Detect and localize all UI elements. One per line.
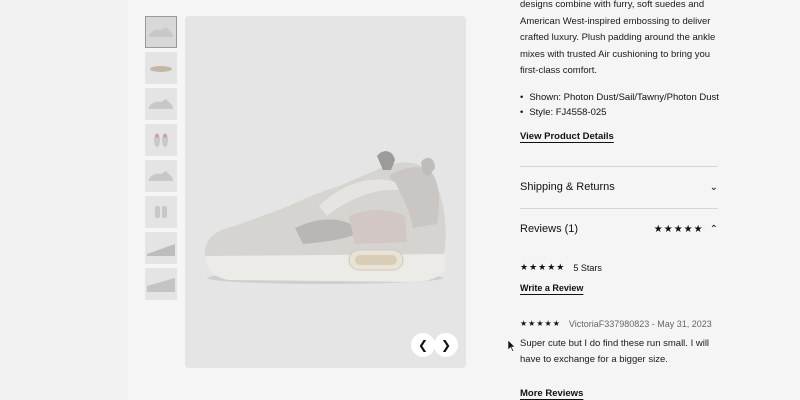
summary-stars: ★★★★★ [520, 263, 566, 273]
reviews-header-stars: ★★★★★ [653, 223, 704, 235]
sneaker-image [204, 151, 446, 284]
chevron-down-icon: ⌄ [709, 181, 718, 193]
detail-shown: Shown: Photon Dust/Sail/Tawny/Photon Dus… [520, 90, 719, 105]
shoe-detail-icon [147, 244, 175, 256]
product-image [185, 16, 466, 368]
review-meta: ★★★★★ VictoriaF337980823 - May 31, 2023 [520, 319, 712, 329]
shoe-back-icon [155, 206, 167, 218]
shoe-sole-icon [150, 66, 172, 72]
thumbnail-front[interactable] [145, 124, 177, 156]
view-product-details-link[interactable]: View Product Details [520, 131, 614, 142]
divider [520, 166, 718, 167]
thumbnail-side-2[interactable] [145, 88, 177, 120]
reviews-toggle[interactable]: Reviews (1) ★★★★★ ⌃ [520, 223, 718, 235]
mouse-cursor-icon [508, 340, 516, 352]
thumbnail-strip [145, 16, 177, 304]
shoe-thumbnail-icon [149, 171, 173, 181]
product-description: designs combine with furry, soft suedes … [520, 0, 716, 76]
thumbnail-back[interactable] [145, 196, 177, 228]
more-reviews-link[interactable]: More Reviews [520, 388, 583, 399]
shoe-thumbnail-icon [149, 99, 173, 109]
reviews-rating-group: ★★★★★ ⌃ [654, 224, 718, 235]
review-author-date: VictoriaF337980823 - May 31, 2023 [568, 319, 712, 329]
shoe-detail-icon [147, 278, 175, 292]
shipping-returns-label: Shipping & Returns [520, 181, 615, 193]
chevron-left-icon[interactable]: ❮ [411, 333, 435, 357]
rating-summary: ★★★★★ 5 Stars [520, 263, 602, 273]
summary-label: 5 Stars [573, 263, 602, 273]
review-stars: ★★★★★ [520, 319, 561, 328]
reviews-label: Reviews (1) [520, 223, 579, 235]
thumbnail-detail[interactable] [145, 232, 177, 264]
product-details-list: Shown: Photon Dust/Sail/Tawny/Photon Dus… [520, 90, 719, 120]
shipping-returns-toggle[interactable]: Shipping & Returns ⌄ [520, 181, 718, 193]
divider [520, 208, 718, 209]
thumbnail-side-3[interactable] [145, 160, 177, 192]
shoe-thumbnail-icon [149, 27, 173, 37]
review-body: Super cute but I do find these run small… [520, 338, 710, 365]
thumbnail-side[interactable] [145, 16, 177, 48]
thumbnail-detail-2[interactable] [145, 268, 177, 300]
chevron-up-icon: ⌃ [709, 223, 718, 235]
thumbnail-sole[interactable] [145, 52, 177, 84]
detail-style: Style: FJ4558-025 [520, 105, 719, 120]
shoe-front-icon [154, 133, 168, 147]
chevron-right-icon[interactable]: ❯ [434, 333, 458, 357]
write-review-link[interactable]: Write a Review [520, 283, 583, 293]
